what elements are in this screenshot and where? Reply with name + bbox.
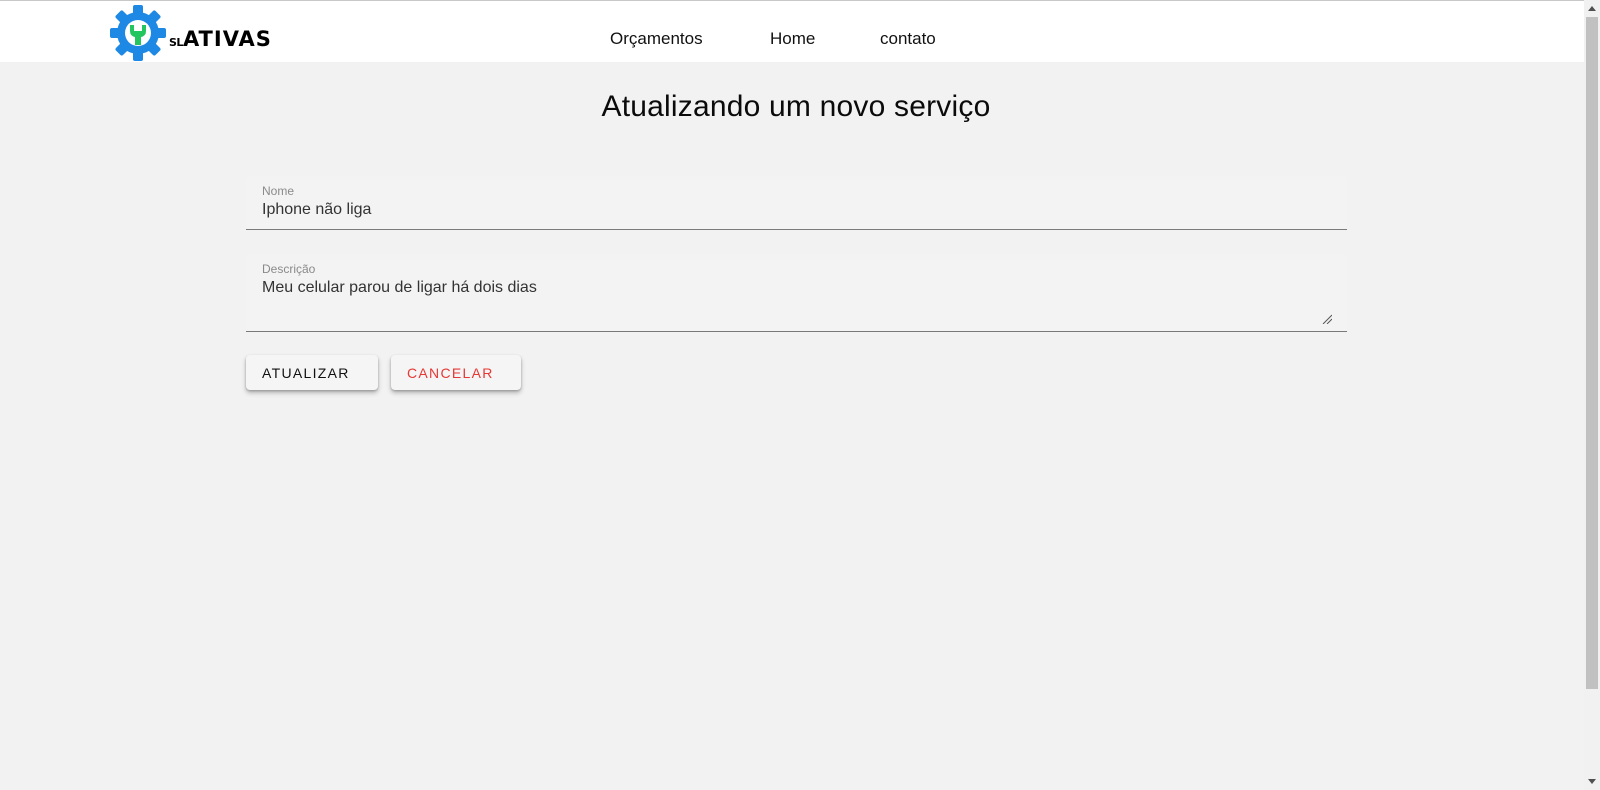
top-header: SL ATIVAS Orçamentos Home contato (0, 0, 1584, 62)
descricao-field-value[interactable]: Meu celular parou de ligar há dois dias (262, 279, 537, 297)
nav-link-home[interactable]: Home (770, 29, 815, 49)
scroll-up-arrow-icon[interactable] (1588, 6, 1596, 11)
main-nav: Orçamentos Home contato (0, 1, 1584, 63)
nome-field-value[interactable]: Iphone não liga (262, 201, 371, 219)
page: SL ATIVAS Orçamentos Home contato Atuali… (0, 0, 1600, 790)
scroll-down-arrow-icon[interactable] (1588, 779, 1596, 784)
nav-link-contato[interactable]: contato (880, 29, 936, 49)
nav-link-orcamentos[interactable]: Orçamentos (610, 29, 703, 49)
atualizar-button[interactable]: ATUALIZAR (246, 355, 378, 390)
page-title: Atualizando um novo serviço (601, 90, 991, 123)
nome-field-label: Nome (262, 184, 295, 198)
nome-field[interactable]: Nome Iphone não liga (246, 176, 1347, 230)
cancelar-button[interactable]: CANCELAR (391, 355, 521, 390)
scrollbar-thumb[interactable] (1586, 17, 1598, 689)
descricao-textarea[interactable]: Descrição Meu celular parou de ligar há … (246, 254, 1347, 332)
descricao-field-label: Descrição (262, 262, 316, 276)
resize-handle-icon[interactable] (1322, 314, 1332, 324)
vertical-scrollbar[interactable] (1584, 0, 1600, 790)
